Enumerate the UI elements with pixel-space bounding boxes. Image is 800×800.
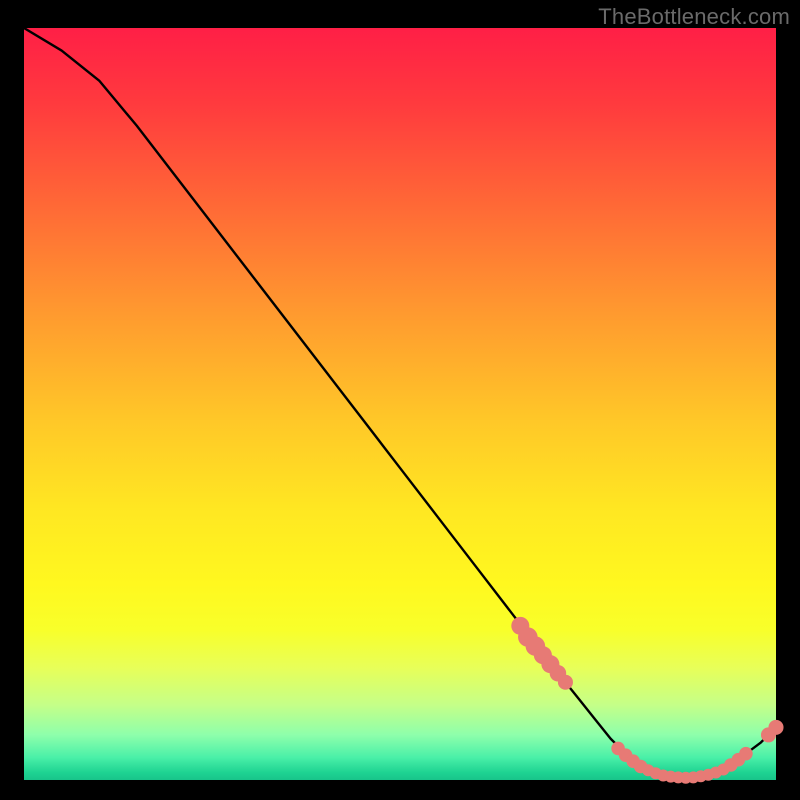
chart-svg	[24, 28, 776, 780]
data-point	[558, 675, 573, 690]
highlighted-points	[511, 617, 783, 784]
chart-frame: TheBottleneck.com	[0, 0, 800, 800]
bottleneck-curve	[24, 28, 776, 778]
data-point	[768, 720, 783, 735]
data-point	[739, 747, 753, 761]
watermark-text: TheBottleneck.com	[598, 4, 790, 30]
plot-area	[24, 28, 776, 780]
